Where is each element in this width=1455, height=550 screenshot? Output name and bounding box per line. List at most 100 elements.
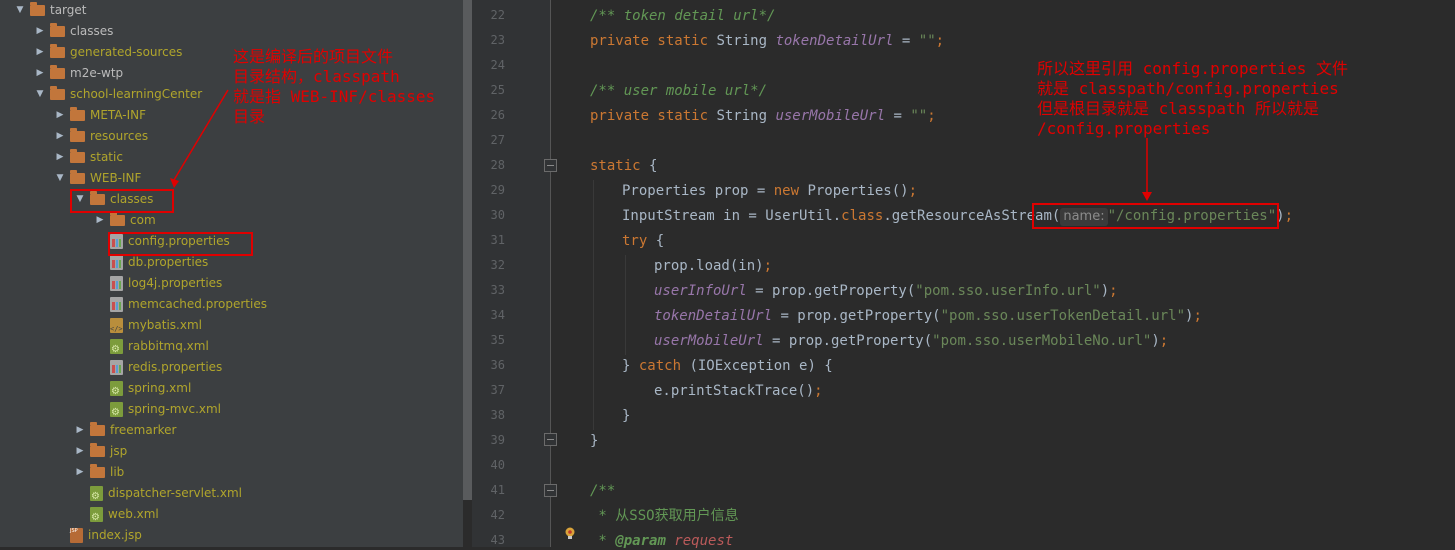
- tree-item-index-jsp[interactable]: index.jsp: [54, 521, 142, 546]
- line-number: 29: [490, 183, 505, 197]
- tree-item-web-xml[interactable]: web.xml: [74, 504, 159, 528]
- expand-arrow-right-icon[interactable]: ▶: [94, 210, 106, 231]
- tree-item-static[interactable]: ▶ static: [54, 147, 123, 168]
- expand-arrow-right-icon[interactable]: ▶: [54, 147, 66, 168]
- code-line-31: try {: [622, 232, 664, 250]
- line-number: 35: [490, 333, 505, 347]
- expand-arrow-right-icon[interactable]: ▶: [34, 21, 46, 42]
- code-line-23: private static String tokenDetailUrl = "…: [590, 32, 944, 50]
- code-text: InputStream in = UserUtil.: [622, 208, 842, 224]
- tree-item-target[interactable]: ▼ target: [14, 0, 87, 21]
- code-text: }: [622, 358, 639, 374]
- annotation-right-note: 所以这里引用 config.properties 文件 就是 classpath…: [1037, 59, 1349, 138]
- code-text: Properties(): [799, 183, 909, 199]
- fold-marker-javadoc[interactable]: [544, 484, 557, 497]
- semicolon: ;: [763, 258, 773, 274]
- expand-arrow-down-icon[interactable]: ▼: [54, 168, 66, 189]
- folder-icon: [70, 149, 85, 163]
- line-number: 33: [490, 283, 505, 297]
- tree-item-freemarker[interactable]: ▶ freemarker: [74, 420, 176, 441]
- code-text: ): [1151, 333, 1160, 349]
- type-name: String: [716, 108, 776, 124]
- tree-item-mybatis-xml[interactable]: mybatis.xml: [94, 315, 202, 340]
- fold-marker-static[interactable]: [544, 159, 557, 172]
- properties-file-icon: [110, 360, 123, 375]
- code-line-36: } catch (IOException e) {: [622, 357, 833, 375]
- spring-xml-file-icon: [110, 339, 123, 360]
- line-number: 38: [490, 408, 505, 422]
- tree-item-memcached-properties[interactable]: memcached.properties: [94, 294, 267, 315]
- code-text: = prop.getProperty(: [746, 283, 916, 299]
- tree-item-label: school-learningCenter: [70, 87, 203, 101]
- expand-arrow-right-icon[interactable]: ▶: [54, 126, 66, 147]
- line-number: 23: [490, 33, 505, 47]
- code-line-33: userInfoUrl = prop.getProperty("pom.sso.…: [654, 282, 1118, 300]
- code-text: (IOException e) {: [681, 358, 833, 374]
- fold-marker-static-end[interactable]: [544, 433, 557, 446]
- tree-item-m2e-wtp[interactable]: ▶ m2e-wtp: [34, 63, 123, 84]
- expand-arrow-down-icon[interactable]: ▼: [14, 0, 26, 21]
- string-literal: "": [918, 33, 936, 49]
- tree-item-generated-sources[interactable]: ▶ generated-sources: [34, 42, 182, 63]
- expand-arrow-right-icon[interactable]: ▶: [74, 462, 86, 483]
- tree-item-web-inf[interactable]: ▼ WEB-INF: [54, 168, 141, 189]
- code-line-38: }: [622, 407, 630, 425]
- expand-arrow-right-icon[interactable]: ▶: [34, 63, 46, 84]
- string-literal: "pom.sso.userInfo.url": [915, 283, 1101, 299]
- tree-item-spring-xml[interactable]: spring.xml: [94, 378, 192, 402]
- semicolon: ;: [1193, 308, 1202, 324]
- folder-icon: [90, 443, 105, 457]
- keyword: try: [622, 233, 648, 249]
- lightbulb-icon[interactable]: [564, 527, 576, 541]
- field-name: userInfoUrl: [654, 283, 747, 299]
- folder-icon: [110, 212, 125, 226]
- line-number: 28: [490, 158, 505, 172]
- line-number: 37: [490, 383, 505, 397]
- tree-item-rabbitmq-xml[interactable]: rabbitmq.xml: [94, 336, 209, 360]
- line-number: 34: [490, 308, 505, 322]
- tree-item-label: jsp: [110, 444, 128, 458]
- tree-item-dispatcher-servlet-xml[interactable]: dispatcher-servlet.xml: [74, 483, 242, 507]
- tree-item-resources[interactable]: ▶ resources: [54, 126, 148, 147]
- code-line-35: userMobileUrl = prop.getProperty("pom.ss…: [654, 332, 1168, 350]
- tree-item-label: lib: [110, 465, 125, 479]
- comment: * 从SSO获取用户信息: [590, 508, 739, 524]
- code-line-28: static {: [590, 157, 657, 175]
- tree-item-jsp[interactable]: ▶ jsp: [74, 441, 127, 462]
- properties-file-icon: [110, 255, 123, 270]
- semicolon: ;: [908, 183, 918, 199]
- tree-item-classes[interactable]: ▶ classes: [34, 21, 113, 42]
- tree-item-label: spring.xml: [128, 381, 192, 395]
- tree-item-school-learningcenter[interactable]: ▼ school-learningCenter: [34, 84, 202, 105]
- tree-item-label: WEB-INF: [90, 171, 142, 185]
- code-line-42: * 从SSO获取用户信息: [590, 507, 739, 525]
- tree-scrollbar[interactable]: [463, 0, 472, 500]
- string-literal: "pom.sso.userMobileNo.url": [932, 333, 1152, 349]
- highlight-classes-folder: [70, 189, 174, 213]
- tree-item-label: dispatcher-servlet.xml: [108, 486, 242, 500]
- folder-icon: [50, 23, 65, 37]
- expand-arrow-right-icon[interactable]: ▶: [34, 42, 46, 63]
- tree-item-lib[interactable]: ▶ lib: [74, 462, 124, 483]
- line-number: 25: [490, 83, 505, 97]
- semicolon: ;: [927, 108, 936, 124]
- expand-arrow-right-icon[interactable]: ▶: [74, 441, 86, 462]
- tree-item-log4j-properties[interactable]: log4j.properties: [94, 273, 222, 294]
- code-line-29: Properties prop = new Properties();: [622, 182, 917, 200]
- tree-item-label: m2e-wtp: [70, 66, 124, 80]
- expand-arrow-down-icon[interactable]: ▼: [34, 84, 46, 105]
- annotation-left-note: 这是编译后的项目文件 目录结构，classpath 就是指 WEB-INF/cl…: [233, 47, 436, 126]
- tree-item-redis-properties[interactable]: redis.properties: [94, 357, 222, 378]
- folder-icon: [90, 464, 105, 478]
- properties-file-icon: [110, 276, 123, 291]
- tree-item-spring-mvc-xml[interactable]: spring-mvc.xml: [94, 399, 221, 423]
- brace: }: [622, 408, 631, 424]
- expand-arrow-right-icon[interactable]: ▶: [74, 420, 86, 441]
- tree-item-meta-inf[interactable]: ▶ META-INF: [54, 105, 146, 126]
- indent-guide: [593, 180, 594, 430]
- field-name: tokenDetailUrl: [654, 308, 773, 324]
- highlight-resource-path: [1032, 203, 1279, 229]
- tree-item-com[interactable]: ▶ com: [94, 210, 156, 231]
- expand-arrow-right-icon[interactable]: ▶: [54, 105, 66, 126]
- tree-item-label: redis.properties: [128, 360, 223, 374]
